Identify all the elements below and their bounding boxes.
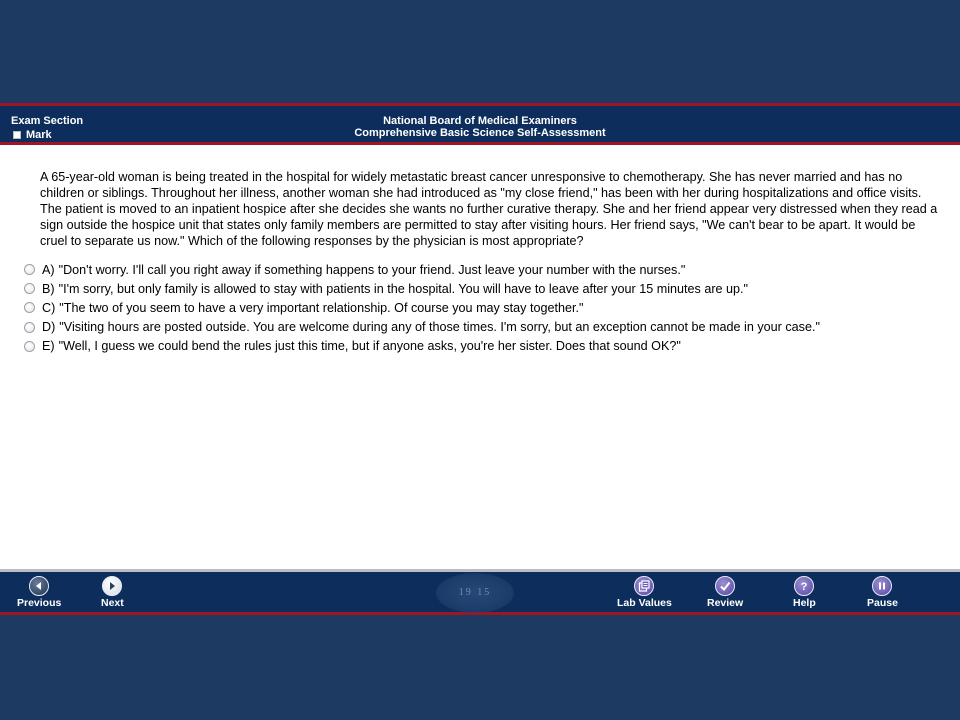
choice-text[interactable]: "Visiting hours are posted outside. You … (59, 320, 820, 334)
checkmark-icon[interactable] (715, 576, 736, 596)
org-name: National Board of Medical Examiners (383, 115, 577, 127)
lab-values-button[interactable]: Lab Values (617, 576, 672, 609)
help-label[interactable]: Help (793, 597, 816, 609)
exam-title: Comprehensive Basic Science Self-Assessm… (354, 127, 606, 139)
seal-text: 19 15 (458, 587, 492, 598)
next-label[interactable]: Next (101, 597, 124, 609)
next-arrow-icon[interactable] (102, 576, 123, 596)
radio-button-a[interactable] (24, 264, 35, 276)
pause-label[interactable]: Pause (867, 597, 898, 609)
choice-text[interactable]: "Don't worry. I'll call you right away i… (59, 263, 686, 277)
answer-choice-b[interactable]: B) "I'm sorry, but only family is allowe… (24, 279, 820, 298)
choice-letter: E) (42, 339, 55, 354)
exam-window: Exam Section Mark National Board of Medi… (0, 103, 960, 615)
previous-button[interactable]: Previous (17, 576, 61, 609)
radio-button-d[interactable] (24, 321, 35, 333)
next-button[interactable]: Next (101, 576, 124, 609)
choice-letter: A) (42, 262, 55, 277)
question-area: A 65-year-old woman is being treated in … (0, 145, 960, 569)
help-button[interactable]: ? Help (793, 576, 816, 609)
answer-choice-a[interactable]: A) "Don't worry. I'll call you right awa… (24, 260, 820, 279)
answer-choice-e[interactable]: E) "Well, I guess we could bend the rule… (24, 337, 820, 356)
help-question-icon[interactable]: ? (794, 576, 815, 596)
answer-choices: A) "Don't worry. I'll call you right awa… (24, 260, 820, 356)
nbme-seal-watermark: 19 15 (436, 573, 514, 613)
answer-choice-d[interactable]: D) "Visiting hours are posted outside. Y… (24, 318, 820, 337)
pause-button[interactable]: Pause (867, 576, 898, 609)
lab-values-label[interactable]: Lab Values (617, 597, 672, 609)
radio-button-b[interactable] (24, 283, 35, 295)
svg-text:?: ? (801, 581, 808, 592)
header-title: National Board of Medical Examiners Comp… (0, 115, 960, 139)
previous-label[interactable]: Previous (17, 597, 61, 609)
choice-text[interactable]: "I'm sorry, but only family is allowed t… (59, 282, 748, 296)
radio-button-c[interactable] (24, 302, 35, 314)
review-label[interactable]: Review (707, 597, 743, 609)
choice-text[interactable]: "Well, I guess we could bend the rules j… (59, 339, 681, 353)
choice-letter: C) (42, 300, 56, 315)
choice-text[interactable]: "The two of you seem to have a very impo… (59, 301, 583, 315)
pause-icon[interactable] (872, 576, 893, 596)
radio-button-e[interactable] (24, 340, 35, 352)
choice-letter: B) (42, 281, 55, 296)
header-bar: Exam Section Mark National Board of Medi… (0, 103, 960, 145)
previous-arrow-icon[interactable] (29, 576, 50, 596)
choice-letter: D) (42, 320, 56, 335)
footer-toolbar: 19 15 Previous Next Lab Values Review ? … (0, 569, 960, 615)
answer-choice-c[interactable]: C) "The two of you seem to have a very i… (24, 298, 820, 317)
lab-values-icon[interactable] (634, 576, 655, 596)
review-button[interactable]: Review (707, 576, 743, 609)
question-stem: A 65-year-old woman is being treated in … (40, 170, 938, 248)
